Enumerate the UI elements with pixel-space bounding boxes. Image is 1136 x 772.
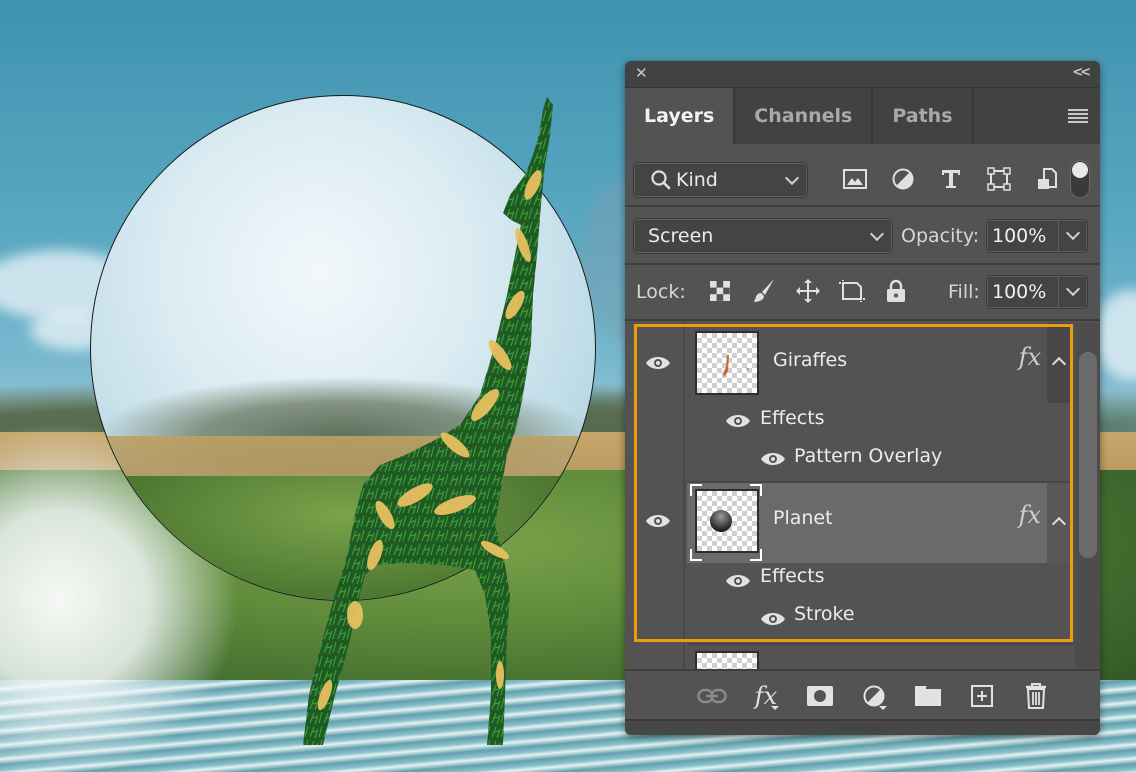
new-group-icon[interactable] [901, 678, 955, 714]
scrollbar-thumb[interactable] [1079, 352, 1097, 558]
layers-panel: ✕ << Layers Channels Paths Kind Screen O… [625, 61, 1100, 735]
filter-kind-dropdown[interactable]: Kind [633, 162, 808, 198]
eye-icon[interactable] [725, 413, 751, 429]
selection-bracket [750, 484, 762, 496]
opacity-label: Opacity: [901, 225, 980, 247]
lock-transparent-pixels-icon[interactable] [698, 276, 742, 306]
delete-layer-icon[interactable] [1009, 678, 1063, 714]
fill-field[interactable]: 100% [986, 275, 1088, 309]
layer-thumbnail [695, 651, 759, 670]
giraffe-thumbnail-icon [723, 355, 749, 377]
lock-icons [698, 276, 918, 306]
panel-resize-bar[interactable] [625, 719, 1100, 735]
divider [625, 205, 1100, 207]
cloud [1095, 290, 1136, 380]
lock-label: Lock: [636, 281, 686, 303]
add-mask-icon[interactable] [793, 678, 847, 714]
effect-pattern-overlay[interactable]: Pattern Overlay [794, 445, 942, 467]
filter-icons [831, 161, 1071, 197]
adjustment-filter-icon[interactable] [879, 161, 927, 197]
panel-titlebar[interactable]: ✕ << [625, 61, 1100, 88]
selection-bracket [690, 484, 702, 496]
dropdown-triangle-icon [879, 706, 887, 710]
collapse-panel-icon[interactable]: << [1072, 65, 1091, 80]
chevron-down-icon [784, 170, 800, 186]
lock-position-icon[interactable] [786, 276, 830, 306]
divider [625, 319, 1100, 321]
collapse-effects-icon[interactable] [1047, 483, 1071, 563]
lock-image-pixels-icon[interactable] [742, 276, 786, 306]
tab-channels[interactable]: Channels [735, 88, 874, 144]
toggle-knob [1072, 162, 1088, 178]
dropdown-triangle-icon [771, 706, 779, 710]
opacity-value[interactable]: 100% [987, 220, 1059, 252]
link-layers-icon[interactable] [685, 678, 739, 714]
resize-grip[interactable] [841, 724, 881, 731]
add-layer-style-icon[interactable]: fx [739, 678, 793, 714]
planet-thumbnail-icon [710, 510, 732, 532]
panel-footer: fx [625, 669, 1100, 719]
smart-object-filter-icon[interactable] [1023, 161, 1071, 197]
fill-dropdown-arrow[interactable] [1059, 276, 1087, 308]
selection-bracket [750, 549, 762, 561]
layer-row-giraffes[interactable]: Giraffes fx Effects Pattern Overlay [633, 323, 1075, 481]
giraffe-silhouette [303, 97, 553, 745]
layer-row-partial[interactable] [633, 645, 1075, 670]
eye-icon[interactable] [645, 513, 671, 529]
chevron-down-icon [869, 226, 885, 242]
giraffe-layer[interactable] [295, 95, 560, 750]
fx-icon[interactable]: fx [1019, 343, 1041, 371]
hamburger-menu-icon[interactable] [1068, 109, 1088, 123]
eye-icon[interactable] [760, 611, 786, 627]
new-layer-icon[interactable] [955, 678, 1009, 714]
effects-label[interactable]: Effects [760, 565, 825, 587]
filter-kind-label: Kind [676, 169, 718, 191]
selection-bracket [690, 549, 702, 561]
opacity-field[interactable]: 100% [986, 219, 1088, 253]
search-icon [651, 170, 671, 190]
divider [625, 263, 1100, 265]
fill-label: Fill: [948, 281, 980, 303]
eye-icon[interactable] [725, 573, 751, 589]
blend-mode-dropdown[interactable]: Screen [633, 218, 893, 254]
lock-all-icon[interactable] [874, 276, 918, 306]
fx-icon[interactable]: fx [1019, 501, 1041, 529]
layer-name[interactable]: Giraffes [773, 349, 847, 371]
effect-stroke[interactable]: Stroke [794, 603, 855, 625]
layer-thumbnail [695, 331, 759, 395]
image-filter-icon[interactable] [831, 161, 879, 197]
eye-icon[interactable] [760, 451, 786, 467]
eye-icon[interactable] [645, 355, 671, 371]
type-filter-icon[interactable] [927, 161, 975, 197]
effects-label[interactable]: Effects [760, 407, 825, 429]
layer-header[interactable]: Giraffes fx [687, 323, 1047, 403]
collapse-effects-icon[interactable] [1047, 323, 1071, 403]
opacity-dropdown-arrow[interactable] [1059, 220, 1087, 252]
tab-layers[interactable]: Layers [625, 88, 736, 144]
footer-icons: fx [685, 678, 1063, 714]
layer-header-selected[interactable]: Planet fx [687, 483, 1047, 563]
tab-paths[interactable]: Paths [873, 88, 974, 144]
blend-mode-value: Screen [648, 225, 714, 247]
lock-artboard-icon[interactable] [830, 276, 874, 306]
fill-value[interactable]: 100% [987, 276, 1059, 308]
new-fill-adjustment-layer-icon[interactable] [847, 678, 901, 714]
layer-thumbnail [695, 489, 759, 553]
layers-list: Giraffes fx Effects Pattern Overlay Plan… [633, 323, 1075, 670]
layer-row-planet[interactable]: Planet fx Effects Stroke [633, 483, 1075, 641]
panel-tabs: Layers Channels Paths [625, 88, 1100, 144]
filter-toggle[interactable] [1070, 160, 1090, 198]
layer-name[interactable]: Planet [773, 507, 833, 529]
close-icon[interactable]: ✕ [635, 65, 651, 81]
shape-filter-icon[interactable] [975, 161, 1023, 197]
